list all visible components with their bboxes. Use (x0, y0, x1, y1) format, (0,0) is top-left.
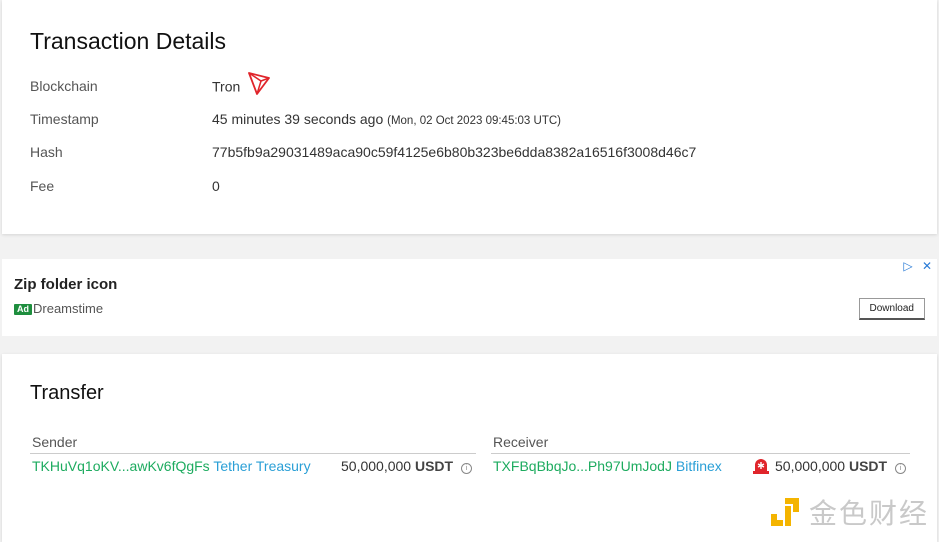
transfer-title: Transfer (30, 382, 104, 404)
hash-link[interactable]: 77b5fb9a29031489aca90c59f4125e6b80b323be… (212, 141, 696, 163)
receiver-address-text[interactable]: TXFBqBbqJo...Ph97UmJodJ (493, 458, 672, 474)
sender-tag[interactable]: Tether Treasury (213, 458, 310, 474)
sender-row: TKHuVq1oKV...awKv6fQgFs Tether Treasury … (30, 454, 476, 478)
timestamp-relative: 45 minutes 39 seconds ago (212, 111, 384, 127)
tron-logo-icon (248, 71, 271, 101)
receiver-amount-value: 50,000,000 (775, 458, 846, 474)
timestamp-value: 45 minutes 39 seconds ago (Mon, 02 Oct 2… (212, 108, 561, 132)
receiver-address[interactable]: TXFBqBbqJo...Ph97UmJodJ Bitfinex (493, 454, 722, 478)
alarm-siren-icon (752, 457, 770, 482)
receiver-token: USDT (848, 458, 888, 474)
receiver-header: Receiver (491, 432, 910, 454)
watermark-text: 金色财经 (808, 497, 929, 530)
transaction-details-card: Transaction Details Blockchain Tron Time… (2, 0, 937, 234)
timestamp-absolute: (Mon, 02 Oct 2023 09:45:03 UTC) (387, 115, 561, 127)
blockchain-label: Blockchain (30, 78, 98, 94)
ad-badge: Ad (14, 304, 32, 315)
sender-column: Sender TKHuVq1oKV...awKv6fQgFs Tether Tr… (30, 432, 476, 478)
sender-amount-value: 50,000,000 (341, 458, 412, 474)
hash-label: Hash (30, 144, 63, 160)
blockchain-name: Tron (212, 78, 241, 95)
watermark: 金色财经 (769, 492, 929, 532)
fee-label: Fee (30, 178, 55, 194)
fee-value: 0 (212, 178, 220, 194)
timestamp-label: Timestamp (30, 111, 99, 127)
sender-header: Sender (30, 432, 476, 454)
ad-title[interactable]: Zip folder icon (14, 276, 117, 293)
transaction-title: Transaction Details (30, 28, 227, 54)
receiver-tag[interactable]: Bitfinex (676, 458, 722, 474)
receiver-row: TXFBqBbqJo...Ph97UmJodJ Bitfinex 50,000,… (491, 454, 910, 478)
sender-address[interactable]: TKHuVq1oKV...awKv6fQgFs Tether Treasury (32, 454, 311, 478)
sender-token: USDT (414, 458, 454, 474)
blockchain-value: Tron (212, 72, 271, 101)
ad-choices-icon[interactable]: ▷ ✕ (903, 259, 935, 273)
ad-banner[interactable]: ▷ ✕ Zip folder icon Ad Dreamstime Downlo… (2, 259, 937, 336)
sender-address-text[interactable]: TKHuVq1oKV...awKv6fQgFs (32, 458, 210, 474)
sender-amount: 50,000,000 USDT i (341, 454, 472, 478)
receiver-column: Receiver TXFBqBbqJo...Ph97UmJodJ Bitfine… (491, 432, 910, 478)
info-icon[interactable]: i (895, 463, 906, 474)
ad-source[interactable]: Dreamstime (33, 301, 103, 316)
receiver-amount: 50,000,000 USDT i (775, 454, 906, 478)
info-icon[interactable]: i (461, 463, 472, 474)
ad-download-button[interactable]: Download (858, 298, 925, 320)
jinse-logo-icon (770, 498, 799, 526)
